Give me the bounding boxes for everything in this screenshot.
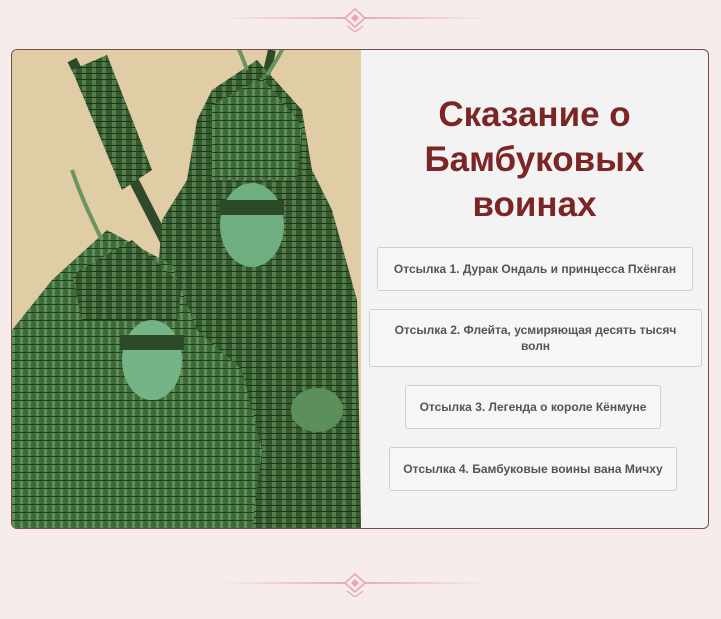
reference-1-button[interactable]: Отсылка 1. Дурак Ондаль и принцесса Пхён…: [377, 247, 693, 291]
reference-4-button[interactable]: Отсылка 4. Бамбуковые воины вана Мичху: [389, 447, 677, 491]
top-divider-ornament: [220, 7, 490, 32]
legend-card: Сказание о Бамбуковых воинах Отсылка 1. …: [11, 49, 709, 529]
bamboo-warriors-illustration: [12, 50, 361, 528]
legend-panel: Сказание о Бамбуковых воинах Отсылка 1. …: [361, 50, 708, 528]
reference-3-button[interactable]: Отсылка 3. Легенда о короле Кёнмуне: [405, 385, 661, 429]
reference-2-button[interactable]: Отсылка 2. Флейта, усмиряющая десять тыс…: [369, 309, 702, 367]
bottom-divider-ornament: [220, 572, 490, 597]
legend-title: Сказание о Бамбуковых воинах: [424, 95, 645, 224]
